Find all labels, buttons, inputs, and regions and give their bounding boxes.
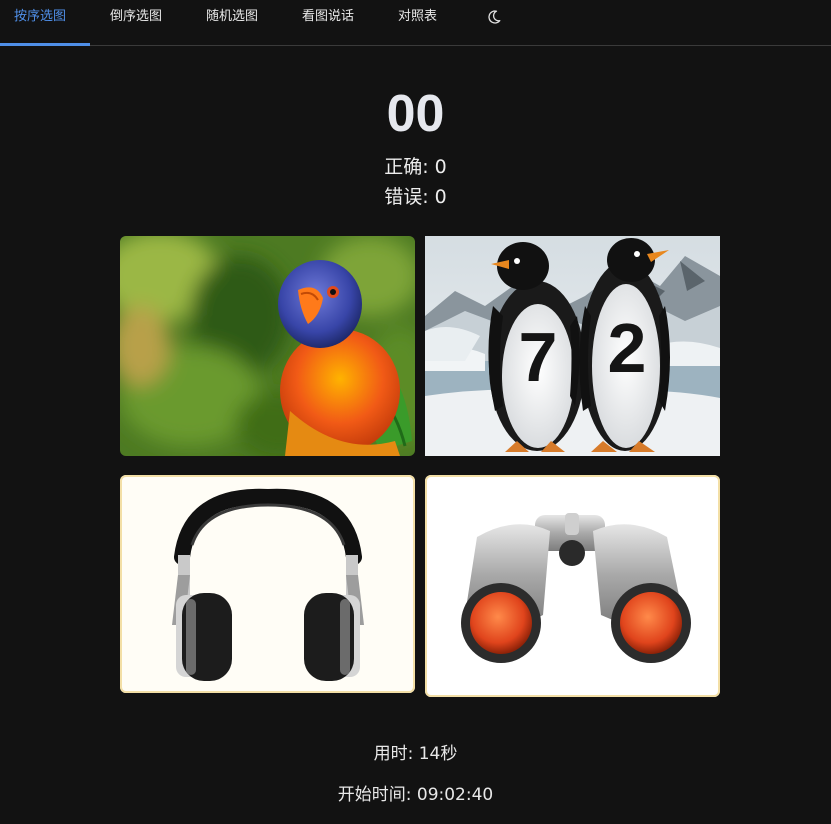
start-time: 开始时间: 09:02:40 — [337, 785, 494, 805]
wrong-count: 错误: 0 — [384, 186, 447, 208]
correct-count: 正确: 0 — [384, 156, 447, 178]
binoculars-image — [461, 513, 691, 663]
moon-icon[interactable] — [486, 9, 502, 25]
image-option-penguins[interactable]: 7 2 — [425, 236, 720, 456]
tab-sequential[interactable]: 按序选图 — [14, 0, 66, 46]
tab-reverse[interactable]: 倒序选图 — [110, 0, 162, 46]
image-option-binoculars[interactable] — [425, 475, 720, 697]
penguins-image: 7 2 — [425, 236, 720, 456]
tab-random[interactable]: 随机选图 — [206, 0, 258, 46]
penguin-digit-right: 2 — [608, 309, 647, 387]
tab-picture-talk[interactable]: 看图说话 — [302, 0, 354, 46]
image-option-parrot[interactable] — [120, 236, 415, 456]
top-nav: 按序选图 倒序选图 随机选图 看图说话 对照表 — [0, 0, 831, 46]
headphones-image — [172, 488, 364, 681]
image-option-headphones[interactable] — [120, 475, 415, 693]
parrot-image — [120, 236, 415, 456]
elapsed-time: 用时: 14秒 — [373, 744, 458, 764]
tab-reference-table[interactable]: 对照表 — [398, 0, 437, 46]
active-tab-indicator — [0, 43, 90, 46]
penguin-digit-left: 7 — [519, 318, 558, 396]
question-counter: 00 — [386, 85, 445, 143]
